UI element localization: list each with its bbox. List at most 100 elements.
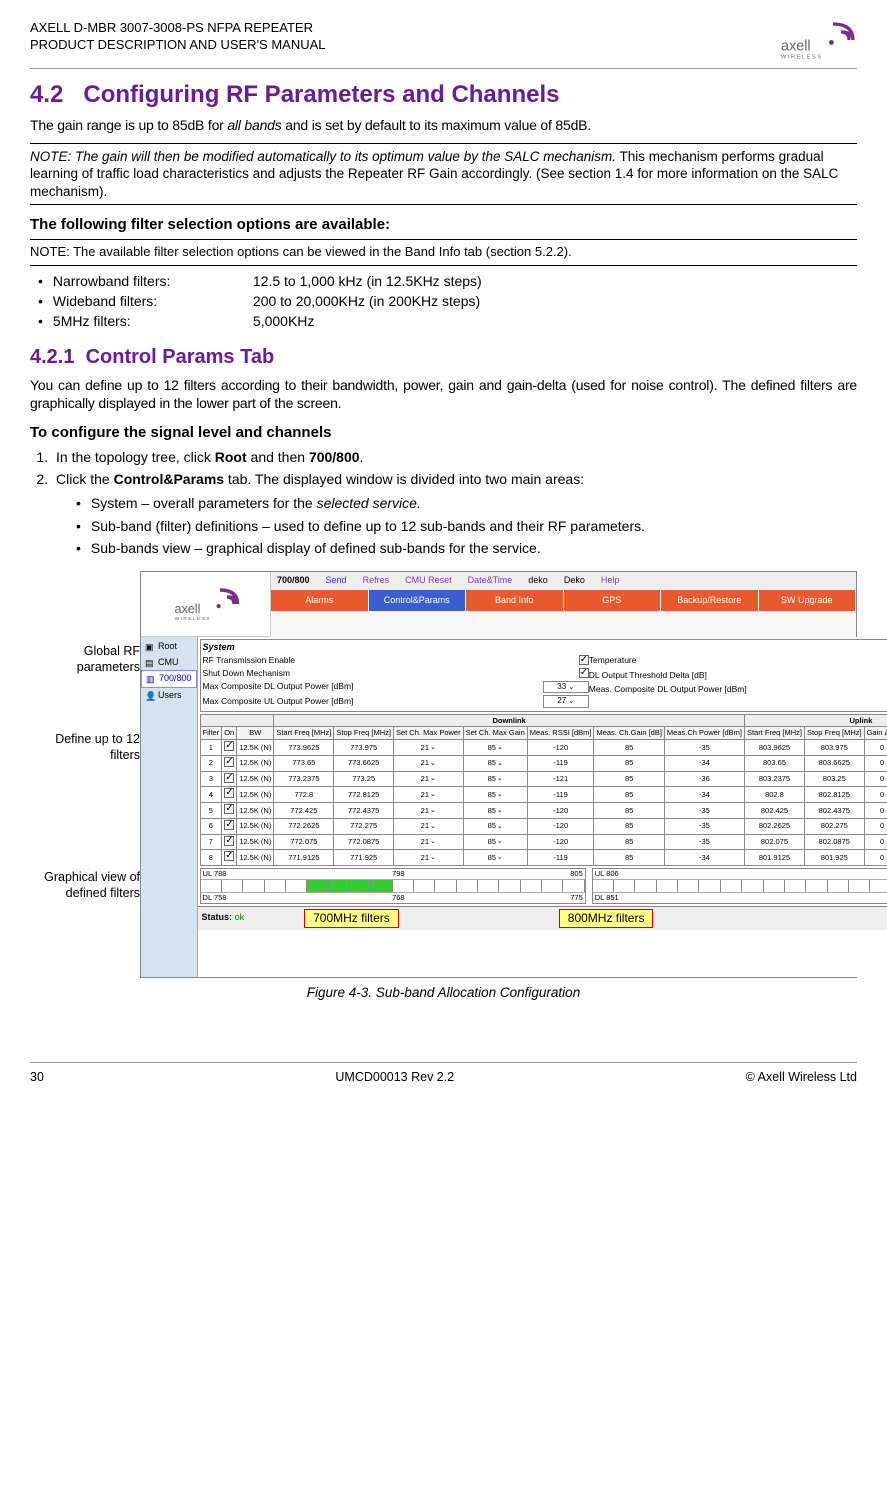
table-cell: 772.425 [274, 803, 334, 819]
table-cell: 8 [200, 850, 222, 866]
table-cell: -119 [527, 787, 594, 803]
table-cell: -34 [664, 755, 744, 771]
table-cell[interactable] [222, 850, 237, 866]
table-cell[interactable]: 0 ⌄ [864, 803, 887, 819]
date-time-link[interactable]: Date&Time [468, 575, 513, 587]
filter-on-checkbox[interactable] [224, 773, 234, 783]
send-link[interactable]: Send [326, 575, 347, 587]
table-cell: 803.2375 [744, 771, 804, 787]
ruler-tick [521, 880, 542, 892]
table-cell[interactable] [222, 755, 237, 771]
filter-on-checkbox[interactable] [224, 757, 234, 767]
ul-power-select[interactable]: 27 ⌄ [543, 695, 589, 707]
filter-on-checkbox[interactable] [224, 836, 234, 846]
ul-power-row: Max Composite UL Output Power [dBm]27 ⌄ [203, 694, 589, 708]
root-icon: ▣ [145, 642, 155, 652]
filter-on-checkbox[interactable] [224, 820, 234, 830]
ruler-tick [721, 880, 742, 892]
table-cell[interactable] [222, 818, 237, 834]
tab-gps[interactable]: GPS [564, 590, 662, 612]
table-cell: -34 [664, 850, 744, 866]
table-cell: 12.5K (N) [237, 818, 274, 834]
tab-control-params[interactable]: Control&Params [369, 590, 467, 612]
table-cell[interactable]: 21 ⌄ [393, 755, 463, 771]
table-cell[interactable] [222, 740, 237, 756]
table-cell[interactable]: 21 ⌄ [393, 787, 463, 803]
svg-text:WIRELESS: WIRELESS [781, 54, 823, 60]
table-cell[interactable]: 85 ⌄ [463, 850, 527, 866]
logo: axell WIRELESS [777, 20, 857, 64]
table-cell[interactable]: 85 ⌄ [463, 803, 527, 819]
table-cell: 85 [594, 834, 664, 850]
ruler-tick [329, 880, 350, 892]
table-cell: -119 [527, 850, 594, 866]
configure-heading: To configure the signal level and channe… [30, 423, 857, 443]
rf-transmission-checkbox[interactable] [579, 655, 589, 665]
status-label: Status: [202, 912, 233, 924]
dl-threshold-row: DL Output Threshold Delta [dB]30 ⌄ [589, 668, 887, 682]
filter-on-checkbox[interactable] [224, 788, 234, 798]
dl-power-select[interactable]: 33 ⌄ [543, 681, 589, 693]
table-cell[interactable]: 0 ⌄ [864, 740, 887, 756]
table-cell[interactable]: 0 ⌄ [864, 818, 887, 834]
table-cell: -119 [527, 755, 594, 771]
sidebar-item-root[interactable]: ▣Root [141, 639, 197, 655]
sidebar-item-cmu[interactable]: ▤CMU [141, 655, 197, 671]
table-cell[interactable]: 21 ⌄ [393, 803, 463, 819]
filter-on-checkbox[interactable] [224, 741, 234, 751]
table-cell: -120 [527, 818, 594, 834]
table-cell[interactable]: 85 ⌄ [463, 787, 527, 803]
ruler-tick [414, 880, 435, 892]
table-cell[interactable]: 85 ⌄ [463, 755, 527, 771]
table-cell: 802.075 [744, 834, 804, 850]
filter-on-checkbox[interactable] [224, 851, 234, 861]
table-cell: 772.4375 [334, 803, 394, 819]
table-row: 712.5K (N)772.075772.087521 ⌄85 ⌄-12085-… [200, 834, 887, 850]
table-cell[interactable]: 21 ⌄ [393, 771, 463, 787]
cmu-reset-link[interactable]: CMU Reset [405, 575, 452, 587]
label-800mhz: 800MHz filters [559, 909, 654, 929]
help-link[interactable]: Help [601, 575, 620, 587]
table-cell: 773.25 [334, 771, 394, 787]
table-cell[interactable]: 21 ⌄ [393, 818, 463, 834]
column-header: Meas. Ch.Gain [dB] [594, 727, 664, 740]
table-cell[interactable]: 85 ⌄ [463, 834, 527, 850]
sidebar-item-band[interactable]: ▥700/800 [141, 670, 197, 688]
table-cell[interactable]: 85 ⌄ [463, 771, 527, 787]
table-row: 412.5K (N)772.8772.812521 ⌄85 ⌄-11985-34… [200, 787, 887, 803]
table-cell: 802.275 [804, 818, 864, 834]
table-cell[interactable] [222, 771, 237, 787]
ruler-tick [478, 880, 499, 892]
table-cell[interactable]: 21 ⌄ [393, 850, 463, 866]
table-cell[interactable]: 0 ⌄ [864, 850, 887, 866]
tab-backup-restore[interactable]: Backup/Restore [661, 590, 759, 612]
table-cell[interactable] [222, 803, 237, 819]
column-header: Stop Freq [MHz] [804, 727, 864, 740]
table-cell[interactable]: 0 ⌄ [864, 771, 887, 787]
table-cell: 802.4375 [804, 803, 864, 819]
tab-band-info[interactable]: Band Info [466, 590, 564, 612]
table-cell[interactable]: 0 ⌄ [864, 787, 887, 803]
table-cell: 85 [594, 803, 664, 819]
tab-alarms[interactable]: Alarms [271, 590, 369, 612]
filter-table: Downlink Uplink FilterOnBWStart Freq [MH… [200, 714, 887, 867]
table-cell[interactable] [222, 787, 237, 803]
tab-sw-upgrade[interactable]: SW Upgrade [759, 590, 857, 612]
product-title: AXELL D-MBR 3007-3008-PS NFPA REPEATER [30, 20, 326, 37]
ruler-tick [265, 880, 286, 892]
table-cell: 12.5K (N) [237, 771, 274, 787]
table-cell[interactable]: 21 ⌄ [393, 740, 463, 756]
table-cell[interactable]: 0 ⌄ [864, 834, 887, 850]
table-cell[interactable] [222, 834, 237, 850]
app-logo: axell WIRELESS [141, 572, 271, 637]
table-cell[interactable]: 85 ⌄ [463, 740, 527, 756]
shutdown-checkbox[interactable] [579, 668, 589, 678]
table-cell[interactable]: 0 ⌄ [864, 755, 887, 771]
sidebar-item-users[interactable]: 👤Users [141, 688, 197, 704]
table-cell[interactable]: 21 ⌄ [393, 834, 463, 850]
table-cell: -35 [664, 834, 744, 850]
filter-on-checkbox[interactable] [224, 804, 234, 814]
ruler-tick [593, 880, 614, 892]
refresh-link[interactable]: Refres [363, 575, 390, 587]
table-cell[interactable]: 85 ⌄ [463, 818, 527, 834]
